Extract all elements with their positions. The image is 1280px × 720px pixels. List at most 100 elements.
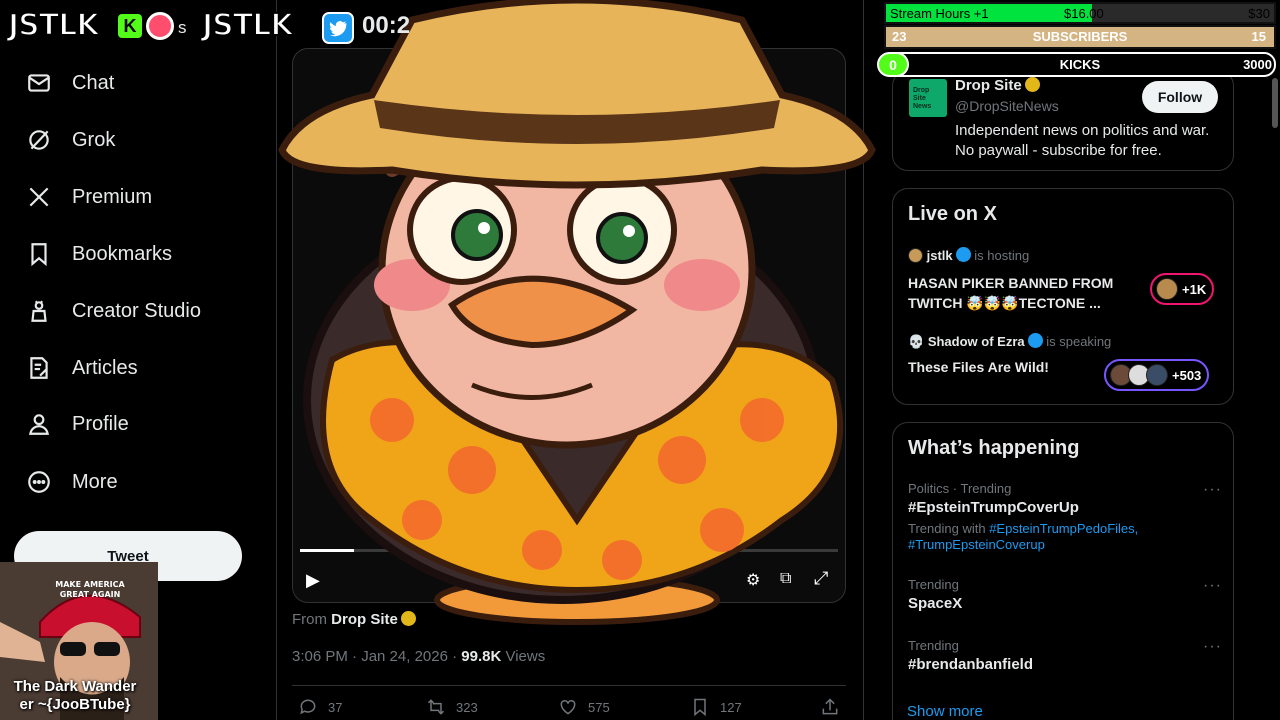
host-avatar [908,248,923,263]
subscribers-bar: 23 SUBSCRIBERS 15 [884,25,1276,49]
listener-count: +503 [1172,367,1202,383]
live-on-x-card: Live on X jstlk is hosting HASAN PIKER B… [892,188,1234,405]
trending-with: Trending with #EpsteinTrumpPedoFiles, #T… [908,521,1228,553]
account-name[interactable]: Drop Site [955,77,1040,94]
nav-item-creator-studio[interactable]: Creator Studio [26,291,201,331]
drop-site-avatar[interactable]: Drop Site News [909,79,947,117]
who-to-follow-card: Drop Site News Drop Site @DropSiteNews I… [892,70,1234,171]
related-hashtag[interactable]: #EpsteinTrumpPedoFiles, [989,521,1138,536]
subs-goal: 15 [1251,29,1266,44]
jstlk-logo-center: JSTLK [201,7,295,44]
hat-text-line: MAKE AMERICA [55,580,125,589]
repost-icon [427,699,445,715]
live-space-title[interactable]: These Files Are Wild! [908,359,1049,375]
x-logo-icon [29,187,49,207]
record-icon [146,12,174,40]
nav-label: Articles [72,356,138,379]
listener-avatar [1156,278,1178,300]
kicks-bar: KICKS 3000 [884,52,1276,77]
listener-count: +1K [1182,281,1207,297]
kicks-label: KICKS [1059,57,1101,72]
whats-happening-card: What’s happening Politics · Trending #Ep… [892,422,1234,720]
skull-icon: 💀 [908,334,925,349]
nav-label: Chat [72,71,115,94]
reply-button[interactable]: 37 [298,697,342,717]
post-timestamp[interactable]: 3:06 PM · Jan 24, 2026 · [292,648,457,665]
account-bio: Independent news on politics and war. No… [955,121,1209,161]
show-more-link[interactable]: Show more [907,703,983,720]
related-hashtag[interactable]: #TrumpEpsteinCoverup [908,537,1045,552]
nav-item-more[interactable]: More [26,462,118,502]
trend-item[interactable]: Trending #brendanbanfield ··· [908,638,1228,673]
host-name: jstlk [926,248,953,263]
more-options-icon[interactable]: ··· [1203,577,1222,595]
penguin-mascot-image [278,0,876,625]
trend-context: Trending [908,577,959,592]
stream-hours-label: Stream Hours +1 [890,6,989,21]
listener-avatars[interactable]: +503 [1104,359,1210,391]
bio-line: No paywall - subscribe for free. [955,142,1162,159]
scrollbar[interactable] [1272,78,1278,128]
trend-context: Politics · Trending [908,481,1012,496]
repost-count: 323 [456,699,478,715]
subs-label: SUBSCRIBERS [1032,29,1128,44]
nav-item-grok[interactable]: Grok [26,120,115,160]
follow-button[interactable]: Follow [1142,81,1218,113]
stream-hours-goal: $30 [1248,6,1270,21]
reply-icon [300,699,316,715]
nav-label: Grok [72,128,116,151]
profile-icon [29,414,49,435]
more-options-icon[interactable]: ··· [1203,481,1222,499]
share-button[interactable] [820,697,840,717]
grok-icon [29,130,49,150]
kick-icon: K [116,12,144,40]
post-meta: 3:06 PM · Jan 24, 2026 · 99.8K Views [292,648,545,665]
more-options-icon[interactable]: ··· [1203,638,1222,656]
like-button[interactable]: 575 [558,697,610,717]
avatar-text: Drop Site News [913,87,932,110]
live-host-row[interactable]: 💀 Shadow of Ezra is speaking [908,333,1111,350]
share-icon [822,698,838,715]
verified-gold-icon [1024,77,1040,92]
host-name: Shadow of Ezra [927,334,1025,349]
webcam-label-line: The Dark Wander [13,678,137,695]
views-count: 99.8K [461,648,502,665]
listener-avatars[interactable]: +1K [1150,273,1215,305]
trend-context: Trending [908,638,959,653]
happening-title: What’s happening [908,437,1080,459]
live-space-title[interactable]: HASAN PIKER BANNED FROM TWITCH 🤯🤯🤯TECTON… [908,273,1113,313]
trend-name: SpaceX [908,595,963,612]
listener-avatar [1146,364,1168,386]
nav-label: Premium [72,185,153,208]
trend-item[interactable]: Politics · Trending #EpsteinTrumpCoverUp… [908,481,1228,553]
repost-button[interactable]: 323 [426,697,478,717]
creator-studio-icon [31,300,47,322]
live-host-row[interactable]: jstlk is hosting [908,247,1029,263]
bookmark-button[interactable]: 127 [690,697,742,717]
like-count: 575 [588,699,610,715]
nav-item-premium[interactable]: Premium [26,177,152,217]
nav-label: More [72,470,118,493]
jstlk-logo-left: JSTLK [7,7,101,44]
nav-label: Creator Studio [72,299,201,322]
stream-hours-bar: Stream Hours +1 $16.00 $30 [884,2,1276,24]
nav-item-bookmarks[interactable]: Bookmarks [26,234,172,274]
nav-item-profile[interactable]: Profile [26,404,129,444]
space-title-line: HASAN PIKER BANNED FROM [908,275,1114,291]
nav-item-articles[interactable]: Articles [26,348,138,388]
bookmark-count: 127 [720,699,742,715]
webcam-label: The Dark Wander er ~{JooBTube} [0,678,150,714]
host-status: is hosting [974,248,1030,263]
account-handle: @DropSiteNews [955,98,1059,114]
webcam-label-line: er ~{JooBTube} [19,696,131,713]
screen: { "nav": { "items": [ {"label": "Chat", … [0,0,1280,720]
twitter-bird-icon [322,12,354,44]
verified-blue-icon [955,247,971,262]
trend-name: #EpsteinTrumpCoverUp [908,499,1079,516]
live-title: Live on X [908,203,997,225]
nav-item-chat[interactable]: Chat [26,63,114,103]
bio-line: Independent news on politics and war. [955,122,1210,139]
trend-item[interactable]: Trending SpaceX ··· [908,577,1228,612]
account-name-text: Drop Site [955,77,1022,94]
trend-name: #brendanbanfield [908,656,1034,673]
